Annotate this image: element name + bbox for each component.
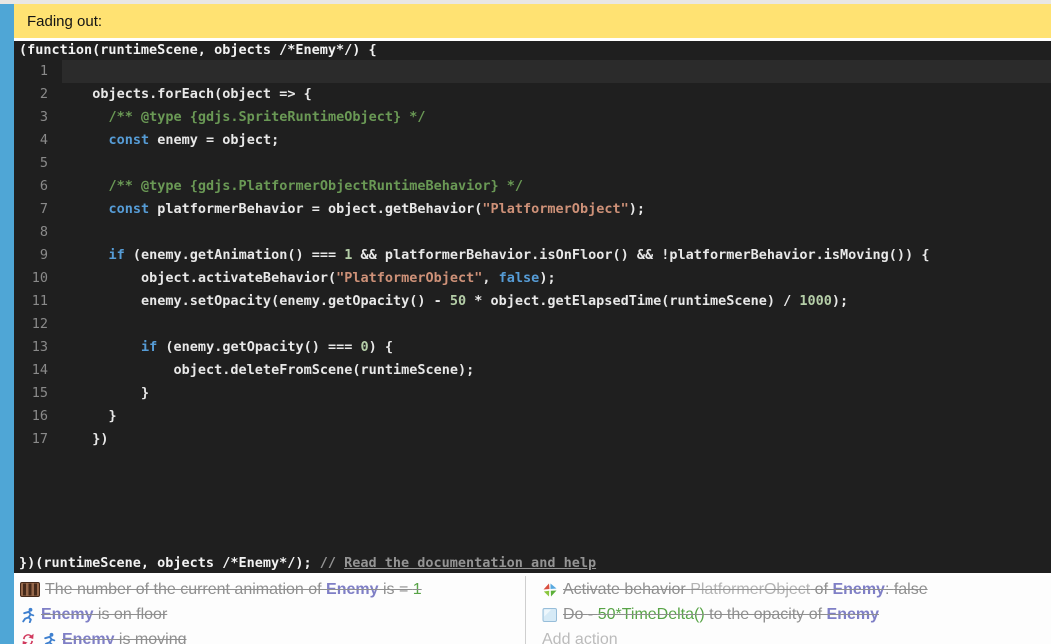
action-row[interactable]: Do - 50*TimeDelta() to the opacity of En… [542, 602, 1051, 627]
animation-icon [20, 582, 40, 597]
code-header: (function(runtimeScene, objects /*Enemy*… [14, 41, 1051, 60]
code-text: if (enemy.getAnimation() === 1 && platfo… [62, 244, 1051, 267]
footer-comment-slashes: // [320, 555, 344, 571]
line-number: 14 [14, 359, 62, 382]
action-row-text: Add action [542, 631, 618, 644]
action-row-text: Do - 50*TimeDelta() to the opacity of En… [563, 606, 879, 624]
code-text: if (enemy.getOpacity() === 0) { [62, 336, 1051, 359]
code-text: enemy.setOpacity(enemy.getOpacity() - 50… [62, 290, 1051, 313]
code-text [62, 152, 1051, 175]
code-text: /** @type {gdjs.SpriteRuntimeObject} */ [62, 106, 1051, 129]
actions-column: Activate behavior PlatformerObject of En… [526, 576, 1051, 644]
code-lines[interactable]: 12 objects.forEach(object => {3 /** @typ… [14, 60, 1051, 451]
event-row-columns: The number of the current animation of E… [14, 576, 1051, 644]
code-text [62, 313, 1051, 336]
opacity-icon [542, 607, 558, 623]
code-line[interactable]: 12 [14, 313, 1051, 336]
line-number: 17 [14, 428, 62, 451]
code-line[interactable]: 1 [14, 60, 1051, 83]
condition-row[interactable]: The number of the current animation of E… [20, 577, 525, 602]
code-line[interactable]: 10 object.activateBehavior("PlatformerOb… [14, 267, 1051, 290]
platformer-icon [41, 632, 57, 644]
action-row[interactable]: Activate behavior PlatformerObject of En… [542, 577, 1051, 602]
line-number: 12 [14, 313, 62, 336]
code-line[interactable]: 13 if (enemy.getOpacity() === 0) { [14, 336, 1051, 359]
code-line[interactable]: 14 object.deleteFromScene(runtimeScene); [14, 359, 1051, 382]
condition-row[interactable]: Enemy is on floor [20, 602, 525, 627]
line-number: 16 [14, 405, 62, 428]
line-number: 2 [14, 83, 62, 106]
condition-row-text: Enemy is on floor [41, 606, 167, 624]
line-number: 10 [14, 267, 62, 290]
code-line[interactable]: 5 [14, 152, 1051, 175]
action-row-text: Activate behavior PlatformerObject of En… [563, 581, 928, 599]
line-number: 3 [14, 106, 62, 129]
comment-text: Fading out: [27, 13, 102, 30]
event-selection-strip[interactable] [0, 4, 14, 644]
code-text: const platformerBehavior = object.getBeh… [62, 198, 1051, 221]
code-text: } [62, 405, 1051, 428]
code-line[interactable]: 2 objects.forEach(object => { [14, 83, 1051, 106]
line-number: 8 [14, 221, 62, 244]
condition-row-text: Enemy is moving [62, 631, 187, 644]
code-line[interactable]: 7 const platformerBehavior = object.getB… [14, 198, 1051, 221]
code-line[interactable]: 4 const enemy = object; [14, 129, 1051, 152]
code-text: }) [62, 428, 1051, 451]
code-text: } [62, 382, 1051, 405]
code-line[interactable]: 6 /** @type {gdjs.PlatformerObjectRuntim… [14, 175, 1051, 198]
code-line[interactable]: 3 /** @type {gdjs.SpriteRuntimeObject} *… [14, 106, 1051, 129]
gdevelop-event-sheet: Fading out: (function(runtimeScene, obje… [0, 0, 1051, 644]
code-line[interactable]: 15 } [14, 382, 1051, 405]
code-text: /** @type {gdjs.PlatformerObjectRuntimeB… [62, 175, 1051, 198]
code-line[interactable]: 9 if (enemy.getAnimation() === 1 && plat… [14, 244, 1051, 267]
code-line[interactable]: 16 } [14, 405, 1051, 428]
code-text: object.deleteFromScene(runtimeScene); [62, 359, 1051, 382]
code-text [62, 221, 1051, 244]
line-number: 5 [14, 152, 62, 175]
platformer-icon [20, 607, 36, 623]
code-footer: })(runtimeScene, objects /*Enemy*/); // … [14, 555, 1051, 571]
comment-bar[interactable]: Fading out: [14, 4, 1051, 38]
condition-row[interactable]: Enemy is moving [20, 627, 525, 644]
conditions-column: The number of the current animation of E… [14, 576, 525, 644]
line-number: 7 [14, 198, 62, 221]
line-number: 15 [14, 382, 62, 405]
footer-code: })(runtimeScene, objects /*Enemy*/); [19, 555, 320, 571]
code-line[interactable]: 17 }) [14, 428, 1051, 451]
code-line[interactable]: 11 enemy.setOpacity(enemy.getOpacity() -… [14, 290, 1051, 313]
code-text: const enemy = object; [62, 129, 1051, 152]
invert-icon [20, 632, 36, 644]
documentation-link[interactable]: Read the documentation and help [344, 555, 596, 571]
line-number: 9 [14, 244, 62, 267]
line-number: 6 [14, 175, 62, 198]
add-action-button[interactable]: Add action [542, 627, 1051, 644]
condition-row-text: The number of the current animation of E… [45, 581, 422, 599]
code-text: object.activateBehavior("PlatformerObjec… [62, 267, 1051, 290]
code-text: objects.forEach(object => { [62, 83, 1051, 106]
line-number: 4 [14, 129, 62, 152]
behavior-icon [542, 582, 558, 598]
line-number: 1 [14, 60, 62, 83]
js-code-editor[interactable]: (function(runtimeScene, objects /*Enemy*… [14, 41, 1051, 573]
line-number: 11 [14, 290, 62, 313]
code-text [62, 60, 1051, 83]
code-line[interactable]: 8 [14, 221, 1051, 244]
line-number: 13 [14, 336, 62, 359]
